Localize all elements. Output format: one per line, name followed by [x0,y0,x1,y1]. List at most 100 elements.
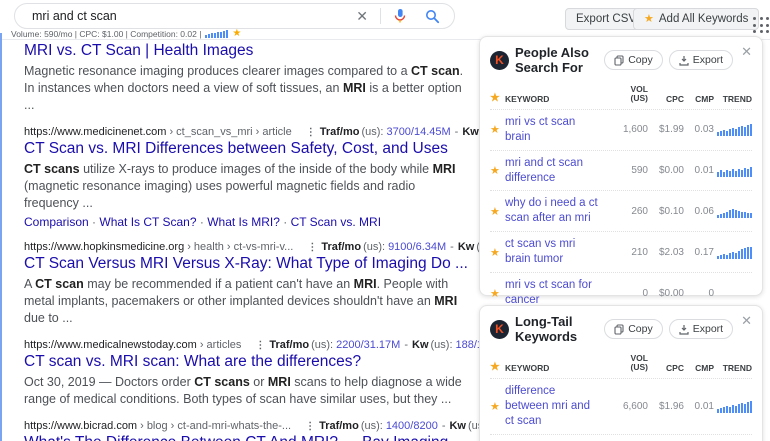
traffic-metric-label: Traf/mo [320,126,360,138]
search-results-list: MRI vs. CT Scan | Health Images Magnetic… [24,41,466,441]
keyword-trend-sparkline [205,30,228,38]
result-breadcrumb: › health › ct-vs-mri-v... [187,241,293,253]
result-title-link[interactable]: CT Scan vs. MRI Differences between Safe… [24,140,466,158]
add-all-keywords-button[interactable]: ★ Add All Keywords [633,8,759,30]
keyword-row: ★ mri and ct scan difference 590 $0.00 0… [490,150,752,191]
export-label: Export [693,323,723,335]
kw-metric-label: Kw [458,241,475,253]
favorite-star-icon[interactable]: ★ [490,164,505,177]
traffic-metric-value[interactable]: 9100/6.34M [388,241,446,253]
search-bar[interactable]: ✕ [14,3,455,29]
traffic-metric-value[interactable]: 3700/14.45M [386,126,450,138]
keyword-row: ★ difference between mri and ct scan 6,6… [490,378,752,434]
keyword-column-header: KEYWORD [505,363,602,373]
copy-label: Copy [628,54,653,66]
people-also-search-for-panel: K People Also Search For Copy Export ✕ ★… [479,36,763,296]
microphone-icon[interactable] [393,8,407,24]
traffic-metric-region: (us): [363,241,385,253]
result-sitelinks[interactable]: Comparison · What Is CT Scan? · What Is … [24,215,466,229]
cpc-value: $0.00 [648,165,684,176]
favorite-star-icon[interactable]: ★ [232,29,241,39]
cpc-value: $1.96 [648,401,684,412]
download-icon [679,324,689,335]
sitelink[interactable]: Comparison [24,215,89,229]
keyword-link[interactable]: mri vs ct scan for cancer [505,278,598,308]
cpc-value: $2.03 [648,247,684,258]
vol-column-header: VOL(US) [602,354,648,373]
cpc-column-header: CPC [648,94,684,104]
sitelink[interactable]: CT Scan vs. MRI [291,215,381,229]
keyword-column-header: KEYWORD [505,94,602,104]
favorite-star-icon[interactable]: ★ [490,205,505,218]
volume-value: 260 [602,206,648,217]
trend-sparkline [717,123,752,136]
add-all-keywords-label: Add All Keywords [659,13,749,25]
export-button[interactable]: Export [669,319,733,339]
cpc-value: $0.10 [648,206,684,217]
trend-sparkline [717,205,752,218]
result-url[interactable]: https://www.medicalnewstoday.com [24,339,197,351]
star-icon: ★ [644,14,654,25]
volume-value: 210 [602,247,648,258]
volume-value: 0 [602,288,648,299]
trend-sparkline [717,400,752,413]
trend-sparkline [717,164,752,177]
table-header: ★ KEYWORD VOL(US) CPC CMP TREND [490,354,752,378]
keyword-link[interactable]: mri and ct scan difference [505,156,598,186]
cmp-value: 0.03 [684,124,714,135]
result-breadcrumb: › ct_scan_vs_mri › article [169,126,291,138]
close-icon[interactable]: ✕ [741,314,752,327]
result-url[interactable]: https://www.medicinenet.com [24,126,166,138]
result-title-link[interactable]: CT scan vs. MRI scan: What are the diffe… [24,353,466,371]
volume-value: 1,600 [602,124,648,135]
copy-icon [614,324,624,335]
copy-button[interactable]: Copy [604,50,663,70]
favorite-star-icon[interactable]: ★ [490,400,505,413]
result-title-link[interactable]: What's The Difference Between CT And MRI… [24,434,466,441]
metrics-dots-icon: ⋮ [305,421,315,432]
traffic-metric-value[interactable]: 2200/31.17M [336,339,400,351]
keyword-row: ★ why do i need a ct scan after an mri 2… [490,190,752,231]
cpc-column-header: CPC [648,363,684,373]
cmp-value: 0.01 [684,165,714,176]
google-apps-icon[interactable] [753,17,769,33]
traffic-metric-region: (us): [311,339,333,351]
copy-icon [614,55,624,66]
vol-column-header: VOL(US) [602,85,648,104]
favorite-star-icon[interactable]: ★ [490,287,505,300]
search-input[interactable] [32,9,356,23]
export-button[interactable]: Export [669,50,733,70]
keyword-row: ★ mri and ct scan near me 50 $6.66 0.13 [490,434,752,441]
keyword-link[interactable]: why do i need a ct scan after an mri [505,196,598,226]
result-url[interactable]: https://www.bicrad.com [24,420,137,432]
cpc-value: $0.00 [648,288,684,299]
result-snippet: CT scans utilize X-rays to produce image… [24,161,466,212]
favorite-star-icon[interactable]: ★ [490,123,505,136]
trend-column-header: TREND [714,94,752,104]
search-divider [380,8,381,24]
sitelink[interactable]: What Is CT Scan? [99,215,196,229]
result-title-link[interactable]: CT Scan Versus MRI Versus X-Ray: What Ty… [24,255,466,273]
result-title-link[interactable]: MRI vs. CT Scan | Health Images [24,42,466,60]
cmp-value: 0.17 [684,247,714,258]
result-snippet: A CT scan may be recommended if a patien… [24,276,466,327]
copy-button[interactable]: Copy [604,319,663,339]
traffic-metric-value[interactable]: 1400/8200 [386,420,438,432]
traffic-metric-label: Traf/mo [319,420,359,432]
keyword-link[interactable]: ct scan vs mri brain tumor [505,237,598,267]
cmp-column-header: CMP [684,363,714,373]
clear-search-icon[interactable]: ✕ [356,9,368,23]
cmp-value: 0.01 [684,401,714,412]
result-breadcrumb: › articles [200,339,242,351]
sitelink[interactable]: What Is MRI? [207,215,280,229]
result-breadcrumb: › blog › ct-and-mri-whats-the-... [140,420,291,432]
result-url[interactable]: https://www.hopkinsmedicine.org [24,241,184,253]
keyword-link[interactable]: difference between mri and ct scan [505,384,598,429]
traffic-metric-region: (us): [361,420,383,432]
close-icon[interactable]: ✕ [741,45,752,58]
cmp-value: 0 [684,288,714,299]
search-icon[interactable] [425,9,440,24]
keyword-row: ★ mri vs ct scan brain 1,600 $1.99 0.03 [490,109,752,150]
keyword-link[interactable]: mri vs ct scan brain [505,115,598,145]
favorite-star-icon[interactable]: ★ [490,246,505,259]
